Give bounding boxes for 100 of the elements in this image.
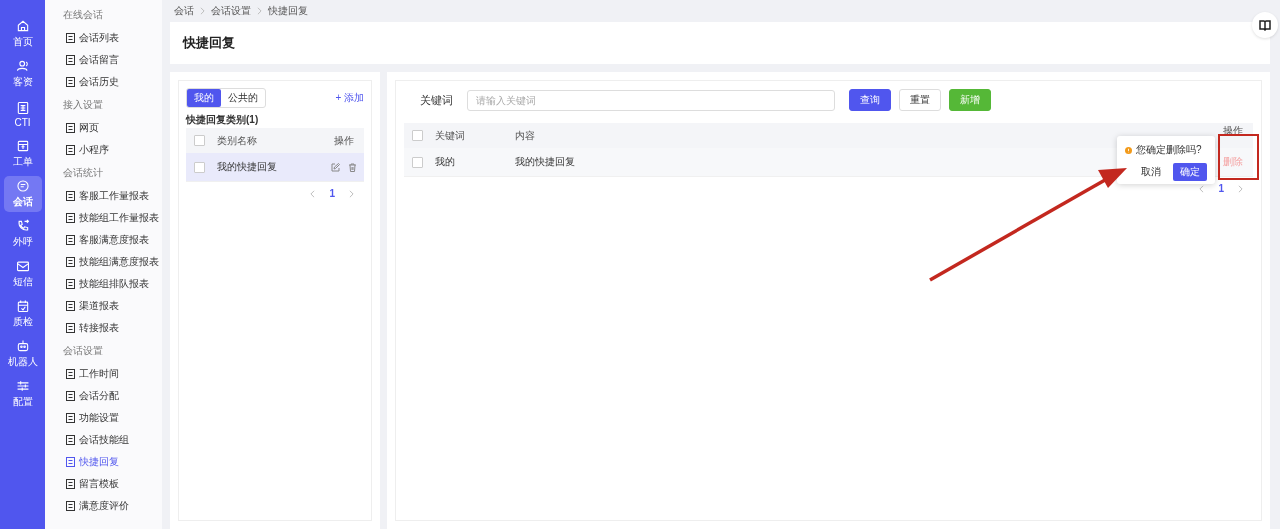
nav-item[interactable]: 质检 (3, 296, 42, 332)
reset-button[interactable]: 重置 (899, 89, 941, 111)
table-cell-text: 我的快捷回复 (217, 160, 278, 174)
previous-page-icon[interactable] (1199, 184, 1205, 193)
nav-item[interactable]: CTI (3, 96, 42, 132)
section-heading: 快捷回复类别(1) (186, 113, 260, 127)
document-icon (66, 257, 75, 267)
menu-item[interactable]: 满意度评价 (63, 495, 162, 517)
document-icon (66, 323, 75, 333)
document-icon (66, 369, 75, 379)
edit-icon[interactable] (331, 162, 340, 172)
checkbox[interactable] (194, 135, 205, 146)
breadcrumb-item[interactable]: 会话 (174, 4, 194, 18)
trash-icon[interactable] (348, 162, 357, 172)
nav-item[interactable]: 机器人 (3, 336, 42, 372)
document-icon (66, 501, 75, 511)
menu-item[interactable]: 会话留言 (63, 49, 162, 71)
menu-item[interactable]: 技能组满意度报表 (63, 251, 162, 273)
column-header: 关键词 (435, 128, 466, 143)
cancel-button[interactable]: 取消 (1141, 165, 1161, 179)
tab[interactable]: 公共的 (221, 89, 265, 107)
document-icon (66, 479, 75, 489)
confirm-message: 您确定删除吗? (1136, 143, 1202, 157)
menu-item[interactable]: 留言模板 (63, 473, 162, 495)
mail-icon (15, 259, 30, 273)
document-icon (66, 235, 75, 245)
breadcrumb-item: 快捷回复 (268, 4, 308, 18)
document-icon (66, 145, 75, 155)
help-button[interactable] (1252, 12, 1278, 38)
document-icon (66, 279, 75, 289)
menu-item[interactable]: 转接报表 (63, 317, 162, 339)
menu-item[interactable]: 会话列表 (63, 27, 162, 49)
menu-item[interactable]: 会话技能组 (63, 429, 162, 451)
menu-item[interactable]: 渠道报表 (63, 295, 162, 317)
field-label: 关键词 (420, 92, 453, 108)
column-header: 类别名称 (217, 133, 258, 148)
confirm-button[interactable]: 确定 (1173, 163, 1207, 181)
menu-group-title: 会话统计 (63, 166, 104, 180)
page-number[interactable]: 1 (329, 188, 335, 199)
calendar-icon (15, 299, 30, 313)
tab[interactable]: 我的 (187, 89, 221, 107)
next-page-icon[interactable] (349, 189, 354, 198)
menu-item[interactable]: 客服满意度报表 (63, 229, 162, 251)
menu-group-title: 在线会话 (63, 8, 104, 22)
menu-item[interactable]: 客服工作量报表 (63, 185, 162, 207)
nav-item[interactable]: 会话 (3, 176, 42, 212)
next-page-icon[interactable] (1238, 184, 1243, 193)
grid-icon (15, 100, 30, 115)
nav-item[interactable]: 首页 (3, 16, 42, 52)
document-icon (66, 301, 75, 311)
user-icon (15, 59, 30, 73)
document-icon (66, 391, 75, 401)
table-cell-text: 我的快捷回复 (515, 155, 576, 169)
column-header: 操作 (333, 133, 355, 148)
document-icon (66, 413, 75, 423)
checkbox[interactable] (412, 156, 423, 168)
document-icon (66, 191, 75, 201)
menu-item[interactable]: 快捷回复 (63, 451, 162, 473)
table-cell-text: 我的 (435, 155, 456, 169)
menu-item[interactable]: 技能组排队报表 (63, 273, 162, 295)
document-icon (66, 77, 75, 87)
document-icon (66, 33, 75, 43)
menu-group-title: 会话设置 (63, 344, 104, 358)
nav-item[interactable]: 短信 (3, 256, 42, 292)
nav-item[interactable]: 工单 (3, 136, 42, 172)
menu-item[interactable]: 工作时间 (63, 363, 162, 385)
page-number[interactable]: 1 (1218, 183, 1224, 194)
nav-item[interactable]: 外呼 (3, 216, 42, 252)
checkbox[interactable] (412, 130, 423, 141)
book-icon (1259, 19, 1271, 31)
document-icon (66, 213, 75, 223)
previous-page-icon[interactable] (310, 189, 316, 198)
menu-item[interactable]: 会话分配 (63, 385, 162, 407)
checkbox[interactable] (194, 161, 205, 173)
highlight-frame (1218, 134, 1259, 180)
menu-item[interactable]: 技能组工作量报表 (63, 207, 162, 229)
menu-item[interactable]: 小程序 (63, 139, 162, 161)
document-icon (66, 123, 75, 133)
chat-icon (15, 179, 30, 193)
home-icon (15, 19, 30, 33)
chevron-right-icon (200, 7, 205, 15)
add-link[interactable]: + 添加 (335, 91, 364, 105)
document-icon (66, 55, 75, 65)
page-title: 快捷回复 (183, 34, 235, 52)
phone-icon (15, 219, 30, 233)
nav-item[interactable]: 配置 (3, 376, 42, 412)
nav-item[interactable]: 客资 (3, 56, 42, 92)
warning-icon (1125, 146, 1132, 154)
keyword-field[interactable]: 请输入关键词 (467, 89, 835, 111)
menu-group-title: 接入设置 (63, 98, 104, 112)
robot-icon (15, 339, 30, 353)
sliders-icon (15, 379, 30, 393)
document-icon (66, 457, 75, 467)
document-icon (66, 435, 75, 445)
menu-item[interactable]: 网页 (63, 117, 162, 139)
menu-item[interactable]: 会话历史 (63, 71, 162, 93)
menu-item[interactable]: 功能设置 (63, 407, 162, 429)
table-row[interactable]: 我的快捷回复 (186, 153, 364, 182)
breadcrumb-item[interactable]: 会话设置 (211, 4, 251, 18)
search-button[interactable]: 查询 (849, 89, 891, 111)
